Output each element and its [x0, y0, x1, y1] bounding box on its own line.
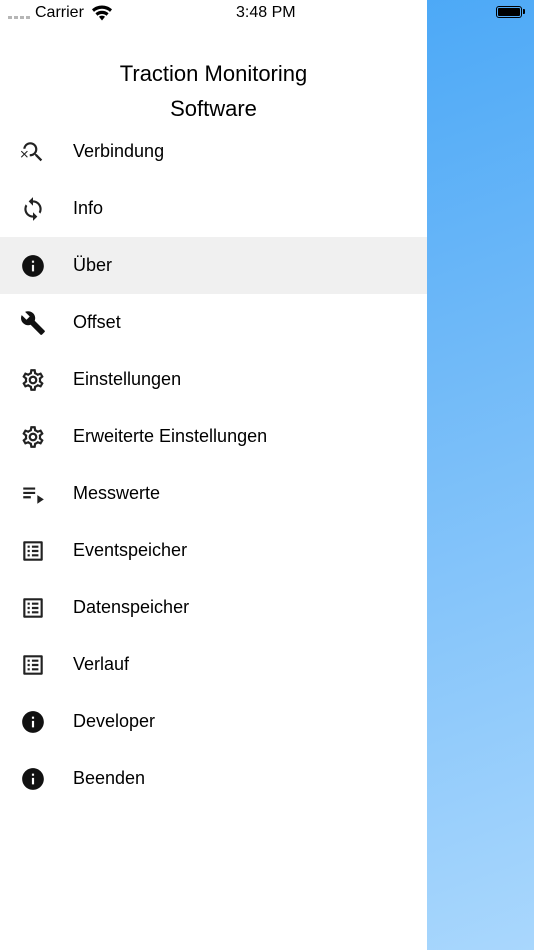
menu-item-erweiterte-einstellungen[interactable]: Erweiterte Einstellungen	[0, 408, 427, 465]
menu-label: Messwerte	[73, 483, 161, 503]
playlist-icon	[20, 481, 46, 507]
status-bar: Carrier 3:48 PM	[0, 0, 534, 28]
wifi-icon	[92, 5, 112, 21]
gear-icon	[20, 367, 46, 393]
app-screen: Traction Monitoring Software Verbindung …	[0, 0, 534, 950]
signal-strength-icon	[8, 16, 30, 19]
menu-item-beenden[interactable]: Beenden	[0, 750, 427, 807]
gear-icon	[20, 424, 46, 450]
menu-label: Datenspeicher	[73, 597, 190, 617]
menu-item-eventspeicher[interactable]: Eventspeicher	[0, 522, 427, 579]
list-icon	[20, 652, 46, 678]
menu-label: Developer	[73, 711, 156, 731]
menu-label: Info	[73, 198, 104, 218]
info-icon	[20, 766, 46, 792]
wrench-icon	[20, 310, 46, 336]
menu-label: Über	[73, 255, 113, 275]
sync-icon	[20, 196, 46, 222]
menu-label: Eventspeicher	[73, 540, 188, 560]
menu-item-offset[interactable]: Offset	[0, 294, 427, 351]
menu-item-messwerte[interactable]: Messwerte	[0, 465, 427, 522]
status-time: 3:48 PM	[236, 4, 296, 21]
menu-label: Beenden	[73, 768, 146, 788]
menu-label: Verbindung	[73, 141, 165, 161]
title-line-2: Software	[170, 96, 257, 121]
menu-item-ueber[interactable]: Über	[0, 237, 427, 294]
menu-label: Einstellungen	[73, 369, 182, 389]
menu-label: Erweiterte Einstellungen	[73, 426, 268, 446]
carrier-label: Carrier	[35, 4, 84, 21]
battery-icon	[496, 6, 525, 18]
list-icon	[20, 538, 46, 564]
drawer-menu: Verbindung Info Über Offset Einstellunge…	[0, 123, 427, 807]
menu-label: Verlauf	[73, 654, 130, 674]
title-line-1: Traction Monitoring	[119, 61, 308, 86]
menu-item-verlauf[interactable]: Verlauf	[0, 636, 427, 693]
info-icon	[20, 253, 46, 279]
menu-item-verbindung[interactable]: Verbindung	[0, 123, 427, 180]
list-icon	[20, 595, 46, 621]
menu-item-info[interactable]: Info	[0, 180, 427, 237]
page-title: Traction Monitoring Software	[0, 56, 427, 126]
menu-item-einstellungen[interactable]: Einstellungen	[0, 351, 427, 408]
menu-item-developer[interactable]: Developer	[0, 693, 427, 750]
info-icon	[20, 709, 46, 735]
navigation-drawer: Traction Monitoring Software Verbindung …	[0, 0, 427, 950]
menu-label: Offset	[73, 312, 121, 332]
menu-item-datenspeicher[interactable]: Datenspeicher	[0, 579, 427, 636]
search-refresh-icon	[20, 139, 46, 165]
